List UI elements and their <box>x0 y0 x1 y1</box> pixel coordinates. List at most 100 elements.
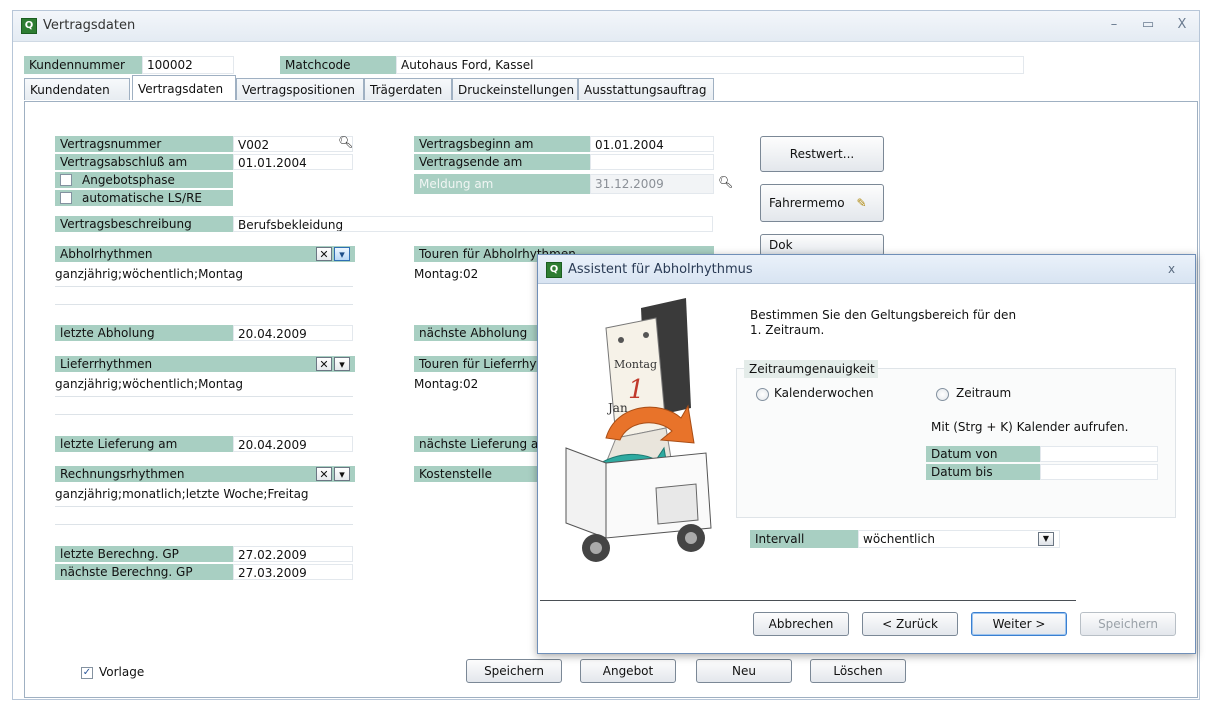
group-title: Zeitraumgenauigkeit <box>744 360 878 378</box>
letzte-berechnung-field[interactable]: 27.02.2009 <box>233 546 353 562</box>
letzte-abholung-label: letzte Abholung <box>55 325 233 341</box>
rechnungsrhythmen-label: Rechnungsrhythmen <box>55 466 355 482</box>
kundennummer-field[interactable]: 100002 <box>142 56 234 74</box>
tab-kundendaten[interactable]: Kundendaten <box>24 78 130 100</box>
letzte-lieferung-label: letzte Lieferung am <box>55 436 233 452</box>
meldung-field: 31.12.2009 <box>590 174 714 194</box>
vertragsbeschreibung-label: Vertragsbeschreibung <box>55 216 233 232</box>
intervall-select[interactable]: wöchentlich <box>858 530 1060 548</box>
minimize-button[interactable]: – <box>1103 17 1125 33</box>
datum-von-label: Datum von <box>926 446 1040 462</box>
tab-vertragsdaten[interactable]: Vertragsdaten <box>132 75 236 100</box>
matchcode-field[interactable]: Autohaus Ford, Kassel <box>396 56 1024 74</box>
tab-traegerdaten[interactable]: Trägerdaten <box>364 78 452 100</box>
intervall-label: Intervall <box>750 530 858 548</box>
clear-rechnungsrhythmen-button[interactable]: ✕ <box>316 467 332 481</box>
neu-button[interactable]: Neu <box>696 659 792 683</box>
calendar-hint: Mit (Strg + K) Kalender aufrufen. <box>931 420 1129 434</box>
clear-lieferrhythmen-button[interactable]: ✕ <box>316 357 332 371</box>
dialog-app-icon: Q <box>546 262 562 278</box>
divider <box>55 506 353 507</box>
touren-abhol-value: Montag:02 <box>414 267 479 281</box>
tab-ausstattungsauftrag[interactable]: Ausstattungsauftrag <box>578 78 714 100</box>
tab-vertragspositionen[interactable]: Vertragspositionen <box>236 78 364 100</box>
window-title: Vertragsdaten <box>43 18 136 33</box>
touren-liefer-value: Montag:02 <box>414 377 479 391</box>
divider <box>55 524 353 525</box>
zurueck-button[interactable]: < Zurück <box>862 612 958 636</box>
dialog-title: Assistent für Abholrhythmus <box>568 262 753 277</box>
dialog-speichern-button: Speichern <box>1080 612 1176 636</box>
vertragsbeginn-field[interactable]: 01.01.2004 <box>590 136 714 152</box>
dok-label: Dok <box>769 238 793 252</box>
vorlage-label: Vorlage <box>99 665 145 679</box>
angebot-button[interactable]: Angebot <box>580 659 676 683</box>
kalenderwochen-radio[interactable] <box>756 388 769 401</box>
kalenderwochen-label: Kalenderwochen <box>774 386 874 400</box>
vertragsbeschreibung-field[interactable]: Berufsbekleidung <box>233 216 713 232</box>
datum-bis-label: Datum bis <box>926 464 1040 480</box>
zeitraum-label: Zeitraum <box>956 386 1012 400</box>
calendar-bottom-text: Jan <box>606 401 628 415</box>
zeitraum-radio[interactable] <box>936 388 949 401</box>
abholrhythmen-label: Abholrhythmen <box>55 246 355 262</box>
loeschen-button[interactable]: Löschen <box>810 659 906 683</box>
letzte-abholung-field[interactable]: 20.04.2009 <box>233 325 353 341</box>
edit-lieferrhythmen-button[interactable]: ▾ <box>334 357 350 371</box>
intervall-dropdown-button[interactable]: ▼ <box>1038 532 1054 546</box>
vertragsende-field[interactable] <box>590 154 714 170</box>
memo-icon: ✎ <box>856 196 867 210</box>
fahrermemo-button[interactable]: Fahrermemo ✎ <box>760 184 884 222</box>
letzte-berechnung-label: letzte Berechng. GP <box>55 546 233 562</box>
kundennummer-label: Kundennummer <box>24 56 142 74</box>
rechnungsrhythmen-value: ganzjährig;monatlich;letzte Woche;Freita… <box>55 487 309 501</box>
edit-abholrhythmen-button[interactable]: ▾ <box>334 247 350 261</box>
meldung-label: Meldung am <box>414 174 590 194</box>
clear-abholrhythmen-button[interactable]: ✕ <box>316 247 332 261</box>
dok-button[interactable]: Dok <box>760 234 884 256</box>
naechste-abholung-label: nächste Abholung <box>414 325 538 341</box>
dialog-close-button[interactable]: x <box>1168 262 1175 276</box>
vertragsabschluss-label: Vertragsabschluß am <box>55 154 233 170</box>
maximize-button[interactable]: ▭ <box>1137 17 1159 33</box>
letzte-lieferung-field[interactable]: 20.04.2009 <box>233 436 353 452</box>
vertragsabschluss-field[interactable]: 01.01.2004 <box>233 154 353 170</box>
divider <box>55 396 353 397</box>
edit-rechnungsrhythmen-button[interactable]: ▾ <box>334 467 350 481</box>
matchcode-label: Matchcode <box>280 56 396 74</box>
kostenstelle-label: Kostenstelle <box>414 466 538 482</box>
dialog-instruction-line2: 1. Zeitraum. <box>750 323 825 337</box>
speichern-button[interactable]: Speichern <box>466 659 562 683</box>
dialog-separator <box>540 600 1076 601</box>
divider <box>55 286 353 287</box>
tab-druckeinstellungen[interactable]: Druckeinstellungen <box>452 78 578 100</box>
abholrhythmen-value: ganzjährig;wöchentlich;Montag <box>55 267 244 281</box>
vertragsende-label: Vertragsende am <box>414 154 590 170</box>
naechste-berechnung-label: nächste Berechng. GP <box>55 564 233 580</box>
divider <box>55 414 353 415</box>
dialog-instruction-line1: Bestimmen Sie den Geltungsbereich für de… <box>750 308 1017 322</box>
restwert-button[interactable]: Restwert... <box>760 136 884 172</box>
search-icon[interactable]: 🔍︎ <box>338 135 353 149</box>
truck-calendar-illustration: Montag 1 Jan <box>546 288 728 590</box>
datum-bis-field[interactable] <box>1040 464 1158 480</box>
datum-von-field[interactable] <box>1040 446 1158 462</box>
naechste-berechnung-field[interactable]: 27.03.2009 <box>233 564 353 580</box>
vorlage-checkbox[interactable]: ✓ <box>81 667 93 679</box>
title-bar: Q Vertragsdaten – ▭ X <box>13 11 1199 42</box>
vertragsnummer-field[interactable]: V002 <box>233 136 353 152</box>
naechste-lieferung-label: nächste Lieferung am <box>414 436 538 452</box>
angebotsphase-checkbox[interactable] <box>60 174 72 186</box>
automatische-checkbox[interactable] <box>60 192 72 204</box>
touren-liefer-label: Touren für Lieferrhythmen <box>414 356 538 372</box>
lieferrhythmen-label: Lieferrhythmen <box>55 356 355 372</box>
meldung-search-icon[interactable]: 🔍︎ <box>718 175 733 189</box>
abbrechen-button[interactable]: Abbrechen <box>753 612 849 636</box>
automatische-label: automatische LS/RE <box>82 191 203 205</box>
divider <box>55 304 353 305</box>
weiter-button[interactable]: Weiter > <box>971 612 1067 636</box>
lieferrhythmen-value: ganzjährig;wöchentlich;Montag <box>55 377 244 391</box>
close-button[interactable]: X <box>1171 17 1193 33</box>
fahrermemo-label: Fahrermemo <box>769 196 845 210</box>
angebotsphase-label: Angebotsphase <box>82 173 175 187</box>
